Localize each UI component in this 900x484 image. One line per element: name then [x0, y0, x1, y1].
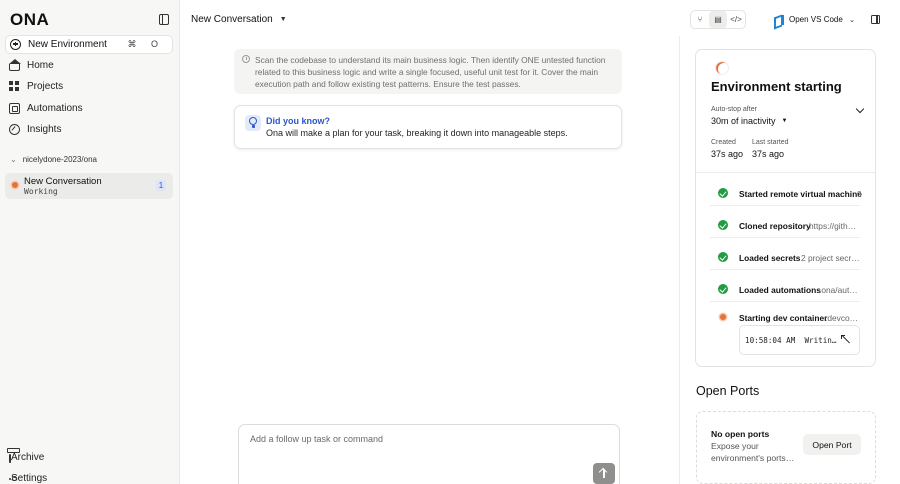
autostop-label: Auto-stop after	[711, 106, 757, 113]
app-logo[interactable]: ONA	[10, 10, 49, 30]
log-preview: 10:58:04 AM Writin…	[739, 325, 860, 355]
created-value: 37s ago	[711, 149, 744, 159]
last-started-value: 37s ago	[752, 149, 785, 159]
vscode-icon	[774, 14, 784, 25]
conversation-status: Working	[24, 187, 58, 196]
page-title: New Conversation	[191, 14, 273, 25]
task-message: Scan the codebase to understand its main…	[234, 49, 622, 94]
sidebar: ONA New Environment ⌘ O Home Projects Au…	[0, 0, 180, 484]
log-message: Writin…	[804, 336, 837, 345]
step-row: Started remote virtual machine 0	[710, 180, 862, 206]
tip-title: Did you know?	[266, 116, 330, 126]
check-circle-icon	[718, 188, 728, 198]
project-group-toggle[interactable]: ⌄ nicelydone-2023/ona	[10, 155, 97, 164]
ports-card: No open ports Expose your environment's …	[696, 411, 876, 484]
step-detail: https://gith…	[809, 221, 857, 231]
sidebar-item-projects[interactable]: Projects	[9, 81, 63, 92]
caret-down-icon: ▼	[781, 118, 788, 124]
created-label: Created	[711, 139, 736, 146]
check-circle-icon	[718, 284, 728, 294]
ports-empty-body: Expose your environment's ports…	[711, 441, 795, 463]
home-icon	[8, 59, 21, 71]
lightbulb-icon	[245, 115, 261, 131]
git-branch-icon[interactable]: ⑂	[691, 11, 709, 28]
step-row: Loaded secrets 2 project secr…	[710, 244, 860, 270]
sidebar-item-label: Archive	[11, 452, 45, 463]
step-name: Started remote virtual machine	[739, 189, 862, 199]
log-time: 10:58:04 AM	[745, 336, 796, 345]
chevron-down-icon[interactable]	[855, 104, 865, 114]
step-name: Loaded automations	[739, 285, 821, 295]
grid-icon	[9, 81, 20, 92]
chevron-down-icon[interactable]: ⌄	[849, 16, 855, 24]
step-name: Starting dev container	[739, 313, 828, 323]
open-port-button[interactable]: Open Port	[803, 434, 861, 455]
log-line: 10:58:04 AM Writin…	[745, 336, 836, 345]
sidebar-item-label: Home	[27, 60, 54, 71]
sidebar-item-label: Projects	[27, 81, 64, 92]
sidebar-item-automations[interactable]: Automations	[9, 103, 83, 114]
open-vscode-button[interactable]: Open VS Code ⌄	[767, 10, 861, 29]
step-name: Cloned repository	[739, 221, 811, 231]
chevron-down-icon: ⌄	[10, 155, 17, 164]
step-row: Cloned repository https://gith…	[710, 212, 860, 238]
document-icon[interactable]: ▤	[709, 11, 727, 28]
conversation-title: New Conversation	[24, 176, 102, 187]
new-environment-label: New Environment	[28, 39, 107, 50]
ports-empty-title: No open ports	[711, 429, 770, 439]
autostop-value: 30m of inactivity	[711, 116, 776, 126]
step-detail: 2 project secr…	[801, 253, 860, 263]
conversation-count-badge: 1	[156, 180, 166, 191]
caret-down-icon: ▼	[279, 16, 287, 23]
clock-icon	[242, 55, 250, 63]
follow-up-input[interactable]	[250, 434, 580, 444]
sidebar-item-insights[interactable]: Insights	[9, 124, 61, 135]
task-text: Scan the codebase to understand its main…	[255, 55, 606, 89]
new-environment-button[interactable]: New Environment ⌘ O	[5, 35, 173, 54]
autostop-dropdown[interactable]: 30m of inactivity ▼	[711, 116, 787, 126]
last-started-label: Last started	[752, 139, 789, 146]
conversation-title-dropdown[interactable]: New Conversation ▼	[191, 14, 287, 25]
code-icon[interactable]: </>	[727, 11, 745, 28]
view-switcher: ⑂ ▤ </>	[690, 10, 746, 29]
send-arrow-icon[interactable]	[593, 463, 615, 484]
tip-body: Ona will make a plan for your task, brea…	[266, 128, 568, 138]
sidebar-item-archive[interactable]: Archive	[9, 452, 44, 463]
tip-card: Did you know? Ona will make a plan for y…	[234, 105, 622, 149]
divider	[696, 172, 875, 173]
running-status-icon	[720, 314, 726, 320]
open-vscode-label: Open VS Code	[789, 15, 843, 24]
sidebar-item-settings[interactable]: Settings	[9, 473, 47, 484]
keyboard-shortcut: ⌘ O	[127, 39, 164, 49]
project-group-label: nicelydone-2023/ona	[22, 155, 97, 164]
insights-icon	[9, 124, 20, 135]
environment-title: Environment starting	[711, 79, 842, 94]
plus-circle-icon	[10, 39, 21, 50]
sidebar-item-label: Insights	[27, 124, 62, 135]
follow-up-composer	[238, 424, 620, 484]
sidebar-item-home[interactable]: Home	[8, 59, 54, 71]
loading-spinner-icon	[715, 61, 729, 75]
step-detail: .ona/aut…	[819, 285, 858, 295]
step-detail: .devco…	[825, 313, 859, 323]
step-name: Loaded secrets	[739, 253, 801, 263]
automation-icon	[9, 103, 20, 114]
check-circle-icon	[718, 220, 728, 230]
check-circle-icon	[718, 252, 728, 262]
ports-title: Open Ports	[696, 384, 760, 398]
panel-divider	[679, 36, 680, 484]
conversation-item[interactable]: New Conversation Working 1	[5, 173, 173, 199]
environment-card: Environment starting Auto-stop after 30m…	[695, 49, 876, 367]
toggle-right-panel-icon[interactable]	[871, 15, 880, 24]
collapse-sidebar-icon[interactable]	[159, 14, 169, 25]
sidebar-item-label: Automations	[27, 103, 83, 114]
step-row: Loaded automations .ona/aut…	[710, 276, 860, 302]
running-status-icon	[12, 182, 18, 188]
step-detail: 0	[857, 189, 861, 199]
expand-icon[interactable]	[841, 335, 850, 344]
